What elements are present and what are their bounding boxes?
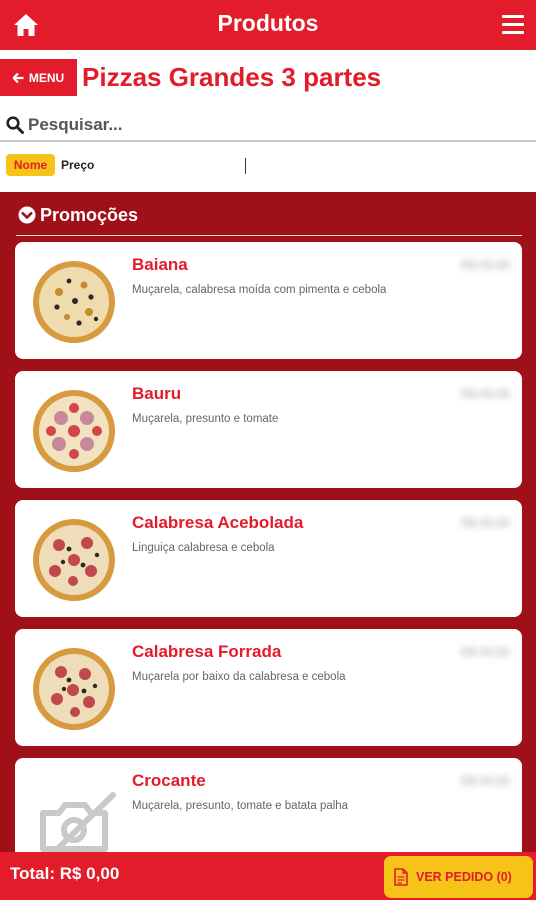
product-description: Muçarela, calabresa moída com pimenta e … bbox=[132, 284, 387, 296]
arrow-left-icon bbox=[12, 72, 24, 83]
sort-by-price-button[interactable]: Preço bbox=[61, 158, 94, 172]
pizza-image bbox=[33, 390, 115, 472]
product-description: Linguiça calabresa e cebola bbox=[132, 542, 275, 554]
pizza-image bbox=[33, 261, 115, 343]
search-bar bbox=[0, 108, 536, 142]
product-description: Muçarela, presunto e tomate bbox=[132, 413, 279, 425]
page-title: Pizzas Grandes 3 partes bbox=[82, 62, 382, 92]
app-header: Produtos bbox=[0, 0, 536, 50]
search-icon bbox=[6, 116, 24, 134]
product-list[interactable]: Promoções Baiana Muçarela, calabresa moí… bbox=[0, 192, 536, 852]
divider bbox=[245, 158, 246, 174]
product-name: Calabresa Forrada bbox=[132, 642, 282, 661]
hamburger-menu-icon[interactable] bbox=[502, 15, 524, 35]
product-card-baiana[interactable]: Baiana Muçarela, calabresa moída com pim… bbox=[15, 242, 522, 359]
header-title: Produtos bbox=[217, 10, 319, 36]
back-to-menu-button[interactable]: MENU bbox=[0, 59, 77, 96]
product-name: Baiana bbox=[132, 255, 188, 274]
product-price-blurred: R$ 00,00 bbox=[461, 516, 510, 530]
product-card-crocante[interactable]: Crocante Muçarela, presunto, tomate e ba… bbox=[15, 758, 522, 852]
product-name: Crocante bbox=[132, 771, 206, 790]
back-button-label: MENU bbox=[28, 70, 65, 85]
product-price-blurred: R$ 00,00 bbox=[461, 258, 510, 272]
product-price-blurred: R$ 00,00 bbox=[461, 387, 510, 401]
no-image-icon bbox=[40, 792, 116, 852]
product-price-blurred: R$ 00,00 bbox=[461, 774, 510, 788]
product-description: Muçarela, presunto, tomate e batata palh… bbox=[132, 800, 349, 812]
view-order-label: VER PEDIDO (0) bbox=[416, 870, 512, 884]
product-name: Calabresa Acebolada bbox=[132, 513, 304, 532]
product-description: Muçarela por baixo da calabresa e cebola bbox=[132, 671, 346, 683]
product-card-calabresa-forrada[interactable]: Calabresa Forrada Muçarela por baixo da … bbox=[15, 629, 522, 746]
section-title: Promoções bbox=[40, 205, 139, 225]
pizza-image bbox=[33, 519, 115, 601]
product-price-blurred: R$ 00,00 bbox=[461, 645, 510, 659]
search-input[interactable] bbox=[28, 111, 518, 139]
chevron-down-circle-icon bbox=[18, 206, 36, 224]
sort-bar: Nome Preço bbox=[0, 150, 536, 182]
product-card-calabresa-acebolada[interactable]: Calabresa Acebolada Linguiça calabresa e… bbox=[15, 500, 522, 617]
sort-by-name-button[interactable]: Nome bbox=[6, 154, 55, 176]
section-header-promocoes[interactable]: Promoções bbox=[16, 202, 522, 236]
order-total: Total: R$ 0,00 bbox=[10, 864, 120, 883]
product-card-bauru[interactable]: Bauru Muçarela, presunto e tomate R$ 00,… bbox=[15, 371, 522, 488]
product-name: Bauru bbox=[132, 384, 182, 403]
cart-footer: Total: R$ 0,00 VER PEDIDO (0) bbox=[0, 852, 536, 900]
view-order-button[interactable]: VER PEDIDO (0) bbox=[384, 856, 533, 898]
pizza-image bbox=[33, 648, 115, 730]
document-icon bbox=[394, 868, 408, 886]
